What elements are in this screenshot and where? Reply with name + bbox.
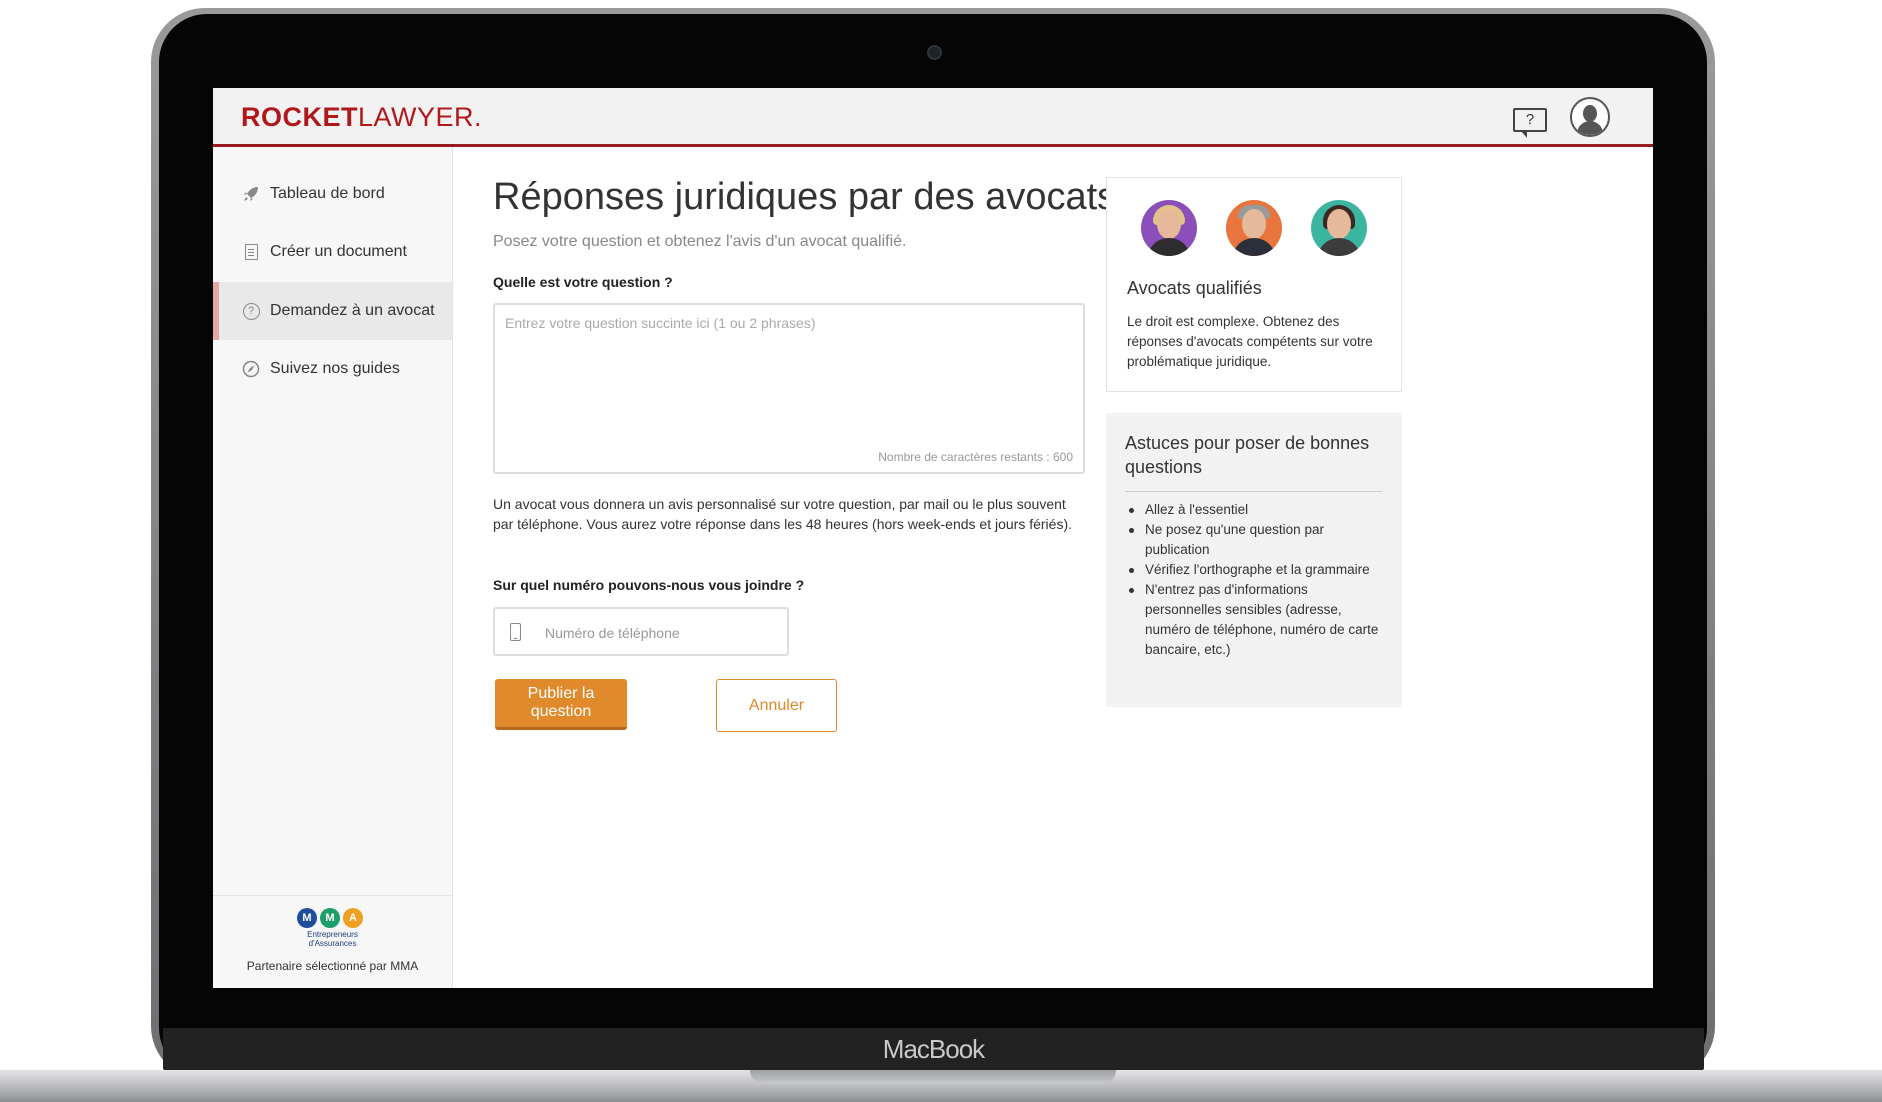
- sidebar-item-label: Créer un document: [270, 243, 407, 260]
- user-avatar-icon[interactable]: [1570, 97, 1610, 137]
- device-label: MacBook: [882, 1034, 985, 1064]
- phone-field: [493, 607, 789, 656]
- sidebar-item-label: Demandez à un avocat: [270, 302, 435, 319]
- sidebar: Tableau de bord Créer un document ? Dema…: [213, 147, 453, 988]
- list-item: N'entrez pas d'informations personnelles…: [1125, 580, 1385, 660]
- page-title: Réponses juridiques par des avocats: [493, 176, 1117, 218]
- question-input[interactable]: [503, 313, 1077, 437]
- mma-logo-subtitle: Entrepreneurs d'Assurances: [213, 930, 452, 948]
- publish-question-button[interactable]: Publier la question: [495, 679, 627, 730]
- document-icon: [242, 243, 260, 261]
- sidebar-item-label: Tableau de bord: [270, 185, 385, 202]
- top-bar: ROCKETLAWYER. ?: [213, 88, 1653, 147]
- list-item: Ne posez qu'une question par publication: [1125, 520, 1385, 560]
- tips-list: Allez à l'essentiel Ne posez qu'une ques…: [1125, 500, 1385, 660]
- sidebar-item-label: Suivez nos guides: [270, 360, 400, 377]
- mma-logo-letter: M: [320, 908, 340, 928]
- mma-sub-line-2: d'Assurances: [308, 939, 357, 948]
- sidebar-item-ask-lawyer[interactable]: ? Demandez à un avocat: [213, 282, 452, 340]
- phone-label: Sur quel numéro pouvons-nous vous joindr…: [493, 577, 805, 593]
- mobile-phone-icon: [510, 623, 521, 641]
- lawyer-avatar: [1226, 200, 1282, 256]
- laptop-chin: MacBook: [163, 1028, 1704, 1070]
- mma-sub-line-1: Entrepreneurs: [307, 930, 358, 939]
- sidebar-item-guides[interactable]: Suivez nos guides: [213, 340, 452, 398]
- question-box: Nombre de caractères restants : 600: [493, 303, 1085, 474]
- lawyer-avatars: [1141, 200, 1367, 256]
- sidebar-item-dashboard[interactable]: Tableau de bord: [213, 165, 452, 223]
- rocket-icon: [242, 185, 260, 203]
- compass-icon: [242, 360, 260, 378]
- phone-input[interactable]: [543, 621, 777, 645]
- list-item: Vérifiez l'orthographe et la grammaire: [1125, 560, 1385, 580]
- camera-icon: [927, 45, 942, 60]
- mma-logo-letter: A: [343, 908, 363, 928]
- tips-card: Astuces pour poser de bonnes questions A…: [1106, 413, 1402, 707]
- lawyer-avatar: [1141, 200, 1197, 256]
- logo-bold: ROCKET: [241, 102, 358, 132]
- char-count: Nombre de caractères restants : 600: [878, 450, 1073, 464]
- lawyer-avatar: [1311, 200, 1367, 256]
- logo-light: LAWYER: [358, 102, 475, 132]
- app-screen: ROCKETLAWYER. ? Tableau de bord Créer un…: [213, 88, 1653, 988]
- divider: [1125, 491, 1382, 492]
- lawyers-card-text: Le droit est complexe. Obtenez des répon…: [1127, 314, 1373, 369]
- cancel-button[interactable]: Annuler: [716, 679, 837, 732]
- tips-card-title: Astuces pour poser de bonnes questions: [1125, 433, 1370, 477]
- logo-mark: .: [474, 102, 483, 132]
- page-subtitle: Posez votre question et obtenez l'avis d…: [493, 233, 907, 250]
- question-circle-icon: ?: [242, 302, 260, 320]
- help-chat-icon[interactable]: ?: [1513, 108, 1547, 138]
- laptop-notch: [750, 1070, 1116, 1084]
- info-text: Un avocat vous donnera un avis personnal…: [493, 496, 1072, 532]
- question-label: Quelle est votre question ?: [493, 274, 673, 290]
- lawyers-card-title: Avocats qualifiés: [1127, 278, 1262, 298]
- partner-block: M M A Entrepreneurs d'Assurances Partena…: [213, 895, 452, 988]
- list-item: Allez à l'essentiel: [1125, 500, 1385, 520]
- mma-logo-letter: M: [297, 908, 317, 928]
- mma-logo: M M A: [297, 908, 363, 928]
- partner-text: Partenaire sélectionné par MMA: [246, 959, 419, 973]
- rocketlawyer-logo[interactable]: ROCKETLAWYER.: [241, 102, 482, 133]
- lawyers-card: Avocats qualifiés Le droit est complexe.…: [1106, 177, 1402, 392]
- sidebar-item-create-document[interactable]: Créer un document: [213, 223, 452, 281]
